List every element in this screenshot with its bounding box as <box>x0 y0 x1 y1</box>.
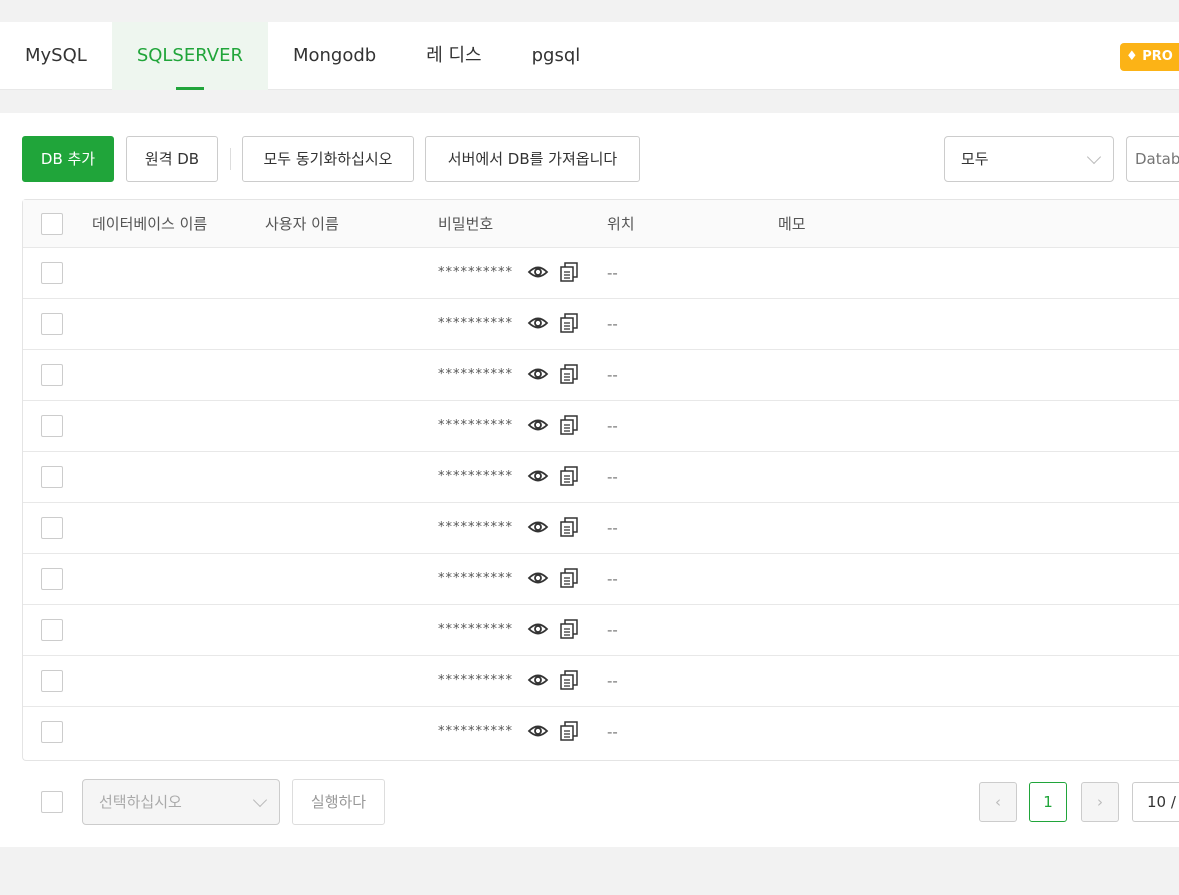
copy-icon[interactable] <box>558 720 580 746</box>
eye-icon[interactable] <box>527 669 549 695</box>
header-username: 사용자 이름 <box>265 215 339 233</box>
table-row: ********** -- <box>23 452 1179 503</box>
header-password: 비밀번호 <box>438 215 494 233</box>
table-row: ********** -- <box>23 299 1179 350</box>
chevron-down-icon <box>1086 149 1102 165</box>
eye-icon[interactable] <box>527 363 549 389</box>
import-from-server-button[interactable]: 서버에서 DB를 가져옵니다 <box>425 136 640 182</box>
copy-icon[interactable] <box>558 669 580 695</box>
eye-icon[interactable] <box>527 720 549 746</box>
row-checkbox[interactable] <box>41 721 63 743</box>
password-value: ********** <box>438 622 513 637</box>
remote-db-button[interactable]: 원격 DB <box>126 136 218 182</box>
page-1-button[interactable]: 1 <box>1029 782 1067 822</box>
row-checkbox[interactable] <box>41 364 63 386</box>
copy-icon[interactable] <box>558 414 580 440</box>
filter-select[interactable]: 모두 <box>944 136 1114 182</box>
location-value: -- <box>607 621 618 639</box>
row-checkbox[interactable] <box>41 517 63 539</box>
password-value: ********** <box>438 520 513 535</box>
add-db-button[interactable]: DB 추가 <box>22 136 114 182</box>
table-row: ********** -- <box>23 707 1179 758</box>
eye-icon[interactable] <box>527 618 549 644</box>
tab-0[interactable]: MySQL <box>0 22 112 90</box>
divider <box>230 148 231 170</box>
table-row: ********** -- <box>23 503 1179 554</box>
copy-icon[interactable] <box>558 618 580 644</box>
password-value: ********** <box>438 724 513 739</box>
table-row: ********** -- <box>23 248 1179 299</box>
database-table: 데이터베이스 이름 사용자 이름 비밀번호 위치 메모 ********** -… <box>22 199 1179 761</box>
search-input[interactable] <box>1126 136 1179 182</box>
copy-icon[interactable] <box>558 465 580 491</box>
db-type-tabs: MySQL SQLSERVER Mongodb 레 디스 pgsql <box>0 22 1179 90</box>
tab-2[interactable]: Mongodb <box>268 22 401 90</box>
table-row: ********** -- <box>23 401 1179 452</box>
location-value: -- <box>607 264 618 282</box>
password-value: ********** <box>438 673 513 688</box>
eye-icon[interactable] <box>527 567 549 593</box>
row-checkbox[interactable] <box>41 262 63 284</box>
pro-badge[interactable]: ♦ PRO <box>1120 43 1179 71</box>
eye-icon[interactable] <box>527 516 549 542</box>
row-checkbox[interactable] <box>41 568 63 590</box>
copy-icon[interactable] <box>558 516 580 542</box>
header-location: 위치 <box>607 215 635 233</box>
next-page-button[interactable]: › <box>1081 782 1119 822</box>
select-all-checkbox[interactable] <box>41 213 63 235</box>
password-value: ********** <box>438 571 513 586</box>
tab-1[interactable]: SQLSERVER <box>111 22 268 90</box>
run-button[interactable]: 실행하다 <box>292 779 385 825</box>
main-panel: DB 추가 원격 DB 모두 동기화하십시오 서버에서 DB를 가져옵니다 모두… <box>0 113 1179 847</box>
location-value: -- <box>607 519 618 537</box>
batch-action-select[interactable]: 선택하십시오 <box>82 779 280 825</box>
location-value: -- <box>607 723 618 741</box>
diamond-icon: ♦ <box>1126 49 1143 64</box>
eye-icon[interactable] <box>527 312 549 338</box>
location-value: -- <box>607 570 618 588</box>
row-checkbox[interactable] <box>41 466 63 488</box>
table-row: ********** -- <box>23 605 1179 656</box>
password-value: ********** <box>438 265 513 280</box>
eye-icon[interactable] <box>527 261 549 287</box>
copy-icon[interactable] <box>558 261 580 287</box>
table-row: ********** -- <box>23 656 1179 707</box>
eye-icon[interactable] <box>527 465 549 491</box>
location-value: -- <box>607 672 618 690</box>
tab-3[interactable]: 레 디스 <box>401 22 506 90</box>
footer-select-all-checkbox[interactable] <box>41 791 63 813</box>
prev-page-button[interactable]: ‹ <box>979 782 1017 822</box>
eye-icon[interactable] <box>527 414 549 440</box>
header-db-name: 데이터베이스 이름 <box>92 215 208 233</box>
password-value: ********** <box>438 418 513 433</box>
copy-icon[interactable] <box>558 567 580 593</box>
row-checkbox[interactable] <box>41 415 63 437</box>
row-checkbox[interactable] <box>41 313 63 335</box>
location-value: -- <box>607 366 618 384</box>
location-value: -- <box>607 417 618 435</box>
table-row: ********** -- <box>23 554 1179 605</box>
tab-4[interactable]: pgsql <box>507 22 606 90</box>
sync-all-button[interactable]: 모두 동기화하십시오 <box>242 136 414 182</box>
table-row: ********** -- <box>23 350 1179 401</box>
table-header: 데이터베이스 이름 사용자 이름 비밀번호 위치 메모 <box>23 200 1179 248</box>
password-value: ********** <box>438 367 513 382</box>
page-size-select[interactable]: 10 / <box>1132 782 1179 822</box>
row-checkbox[interactable] <box>41 619 63 641</box>
header-memo: 메모 <box>778 215 806 233</box>
copy-icon[interactable] <box>558 363 580 389</box>
password-value: ********** <box>438 469 513 484</box>
password-value: ********** <box>438 316 513 331</box>
location-value: -- <box>607 315 618 333</box>
copy-icon[interactable] <box>558 312 580 338</box>
chevron-down-icon <box>252 792 268 808</box>
row-checkbox[interactable] <box>41 670 63 692</box>
location-value: -- <box>607 468 618 486</box>
